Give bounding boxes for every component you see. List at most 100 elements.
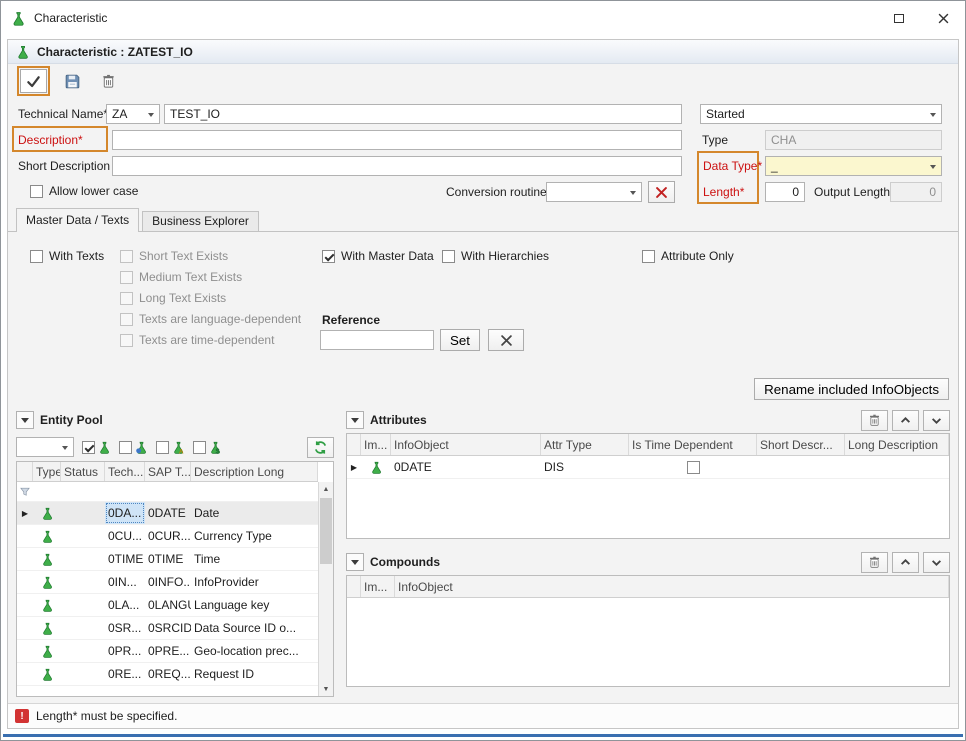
time-dependent-checkbox[interactable] [687,461,700,474]
data-type-combo[interactable]: _ [765,156,942,176]
delete-button[interactable] [95,69,122,93]
maximize-button[interactable] [877,1,921,35]
column-header-attr-type[interactable]: Attr Type [541,434,629,455]
move-attribute-up-button[interactable] [892,410,919,431]
delete-compound-button[interactable] [861,552,888,573]
refresh-button[interactable] [307,437,334,458]
column-header-im[interactable]: Im... [361,576,395,597]
chevron-up-icon [900,557,911,568]
collapse-entity-pool-button[interactable] [16,411,34,429]
short-description-input[interactable] [112,156,682,176]
tab-master-data-texts[interactable]: Master Data / Texts [16,208,139,232]
scroll-up-icon[interactable]: ▲ [319,482,333,496]
column-header-sap[interactable]: SAP T... [145,462,191,481]
scroll-down-icon[interactable]: ▼ [319,682,333,696]
move-attribute-down-button[interactable] [923,410,950,431]
refresh-icon [313,440,328,455]
long-text-exists-checkbox[interactable]: Long Text Exists [120,291,226,305]
save-button[interactable] [59,69,86,93]
column-header-im[interactable]: Im... [361,434,391,455]
reference-label: Reference [322,310,380,330]
reference-clear-button[interactable] [488,329,524,351]
cell-sap: 0INFO... [145,571,191,593]
with-hierarchies-checkbox[interactable]: With Hierarchies [442,249,549,263]
table-row[interactable]: 0PR... 0PRE... Geo-location prec... [17,640,318,663]
texts-language-dependent-checkbox[interactable]: Texts are language-dependent [120,312,301,326]
attribute-only-checkbox[interactable]: Attribute Only [642,249,734,263]
column-header-infoobject[interactable]: InfoObject [395,576,949,597]
cell-desc: Time [191,548,318,570]
table-row[interactable]: 0RE... 0REQ... Request ID [17,663,318,686]
filter-key-figures-checkbox[interactable]: $ [193,441,222,454]
table-row[interactable]: ▶ 0DA... 0DATE Date [17,502,318,525]
with-texts-checkbox[interactable]: With Texts [30,249,104,263]
table-row[interactable]: 0IN... 0INFO... InfoProvider [17,571,318,594]
checkbox-icon [120,271,133,284]
activate-button[interactable] [20,69,47,93]
move-compound-up-button[interactable] [892,552,919,573]
close-button[interactable] [921,1,965,35]
row-expander-icon: ▶ [347,456,361,478]
entity-pool-table-header: Type Status Tech... SAP T... Description… [17,462,318,482]
reference-input[interactable] [320,330,434,350]
scrollbar-thumb[interactable] [320,498,332,564]
cell-desc: Request ID [191,663,318,685]
vertical-scrollbar[interactable]: ▲ ▼ [318,482,333,696]
rename-included-infoobjects-button[interactable]: Rename included InfoObjects [754,378,949,400]
conversion-routine-combo[interactable] [546,182,642,202]
characteristic-icon [41,576,54,589]
column-header-short-descr[interactable]: Short Descr... [757,434,845,455]
attributes-title: Attributes [370,413,427,427]
table-row[interactable]: 0CU... 0CUR... Currency Type [17,525,318,548]
table-row[interactable]: 0SR... 0SRCID Data Source ID o... [17,617,318,640]
collapse-attributes-button[interactable] [346,411,364,429]
filter-attributes-checkbox[interactable]: A [156,441,185,454]
collapse-compounds-button[interactable] [346,553,364,571]
technical-name-input[interactable]: TEST_IO [164,104,682,124]
x-icon [501,335,512,346]
table-row[interactable]: 0TIME 0TIME Time [17,548,318,571]
output-length-field: 0 [890,182,942,202]
tab-business-explorer[interactable]: Business Explorer [142,211,259,232]
filter-units-checkbox[interactable] [119,441,148,454]
entity-pool-filter-combo[interactable] [16,437,74,457]
delete-attribute-button[interactable] [861,410,888,431]
characteristic-icon [41,622,54,635]
column-header-status[interactable]: Status [61,462,105,481]
checkbox-checked-icon [322,250,335,263]
with-master-data-checkbox[interactable]: With Master Data [322,249,434,263]
cell-sap: 0CUR... [145,525,191,547]
cell-sap: 0SRCID [145,617,191,639]
right-panels: Attributes Im... InfoObject Attr Type Is… [346,407,950,697]
attributes-header: Attributes [346,407,950,433]
chevron-down-icon [926,158,940,174]
filter-characteristics-checkbox[interactable] [82,441,111,454]
column-header-infoobject[interactable]: InfoObject [391,434,541,455]
checkbox-checked-icon [82,441,95,454]
entity-pool-title: Entity Pool [40,413,103,427]
description-input[interactable] [112,130,682,150]
clear-conversion-routine-button[interactable] [648,181,675,203]
table-row[interactable]: ▶ 0DATE DIS [347,456,949,479]
status-combo[interactable]: Started [700,104,942,124]
column-header-is-time-dependent[interactable]: Is Time Dependent [629,434,757,455]
reference-set-button[interactable]: Set [440,329,480,351]
short-text-exists-checkbox[interactable]: Short Text Exists [120,249,228,263]
filter-row[interactable] [17,482,318,502]
column-header-type[interactable]: Type [33,462,61,481]
move-compound-down-button[interactable] [923,552,950,573]
allow-lower-case-checkbox[interactable]: Allow lower case [30,184,138,198]
column-header-tech[interactable]: Tech... [105,462,145,481]
namespace-combo[interactable]: ZA [106,104,160,124]
column-header-long-description[interactable]: Long Description [845,434,949,455]
type-label: Type [702,130,728,150]
texts-time-dependent-checkbox[interactable]: Texts are time-dependent [120,333,274,347]
medium-text-exists-checkbox[interactable]: Medium Text Exists [120,270,242,284]
column-header-description[interactable]: Description Long [191,462,318,481]
length-input[interactable]: 0 [765,182,805,202]
status-message: Length* must be specified. [36,709,177,723]
red-x-icon [656,187,667,198]
filter-funnel-icon [20,486,30,497]
table-row[interactable]: 0LA... 0LANGU Language key [17,594,318,617]
chevron-down-icon [351,560,359,569]
